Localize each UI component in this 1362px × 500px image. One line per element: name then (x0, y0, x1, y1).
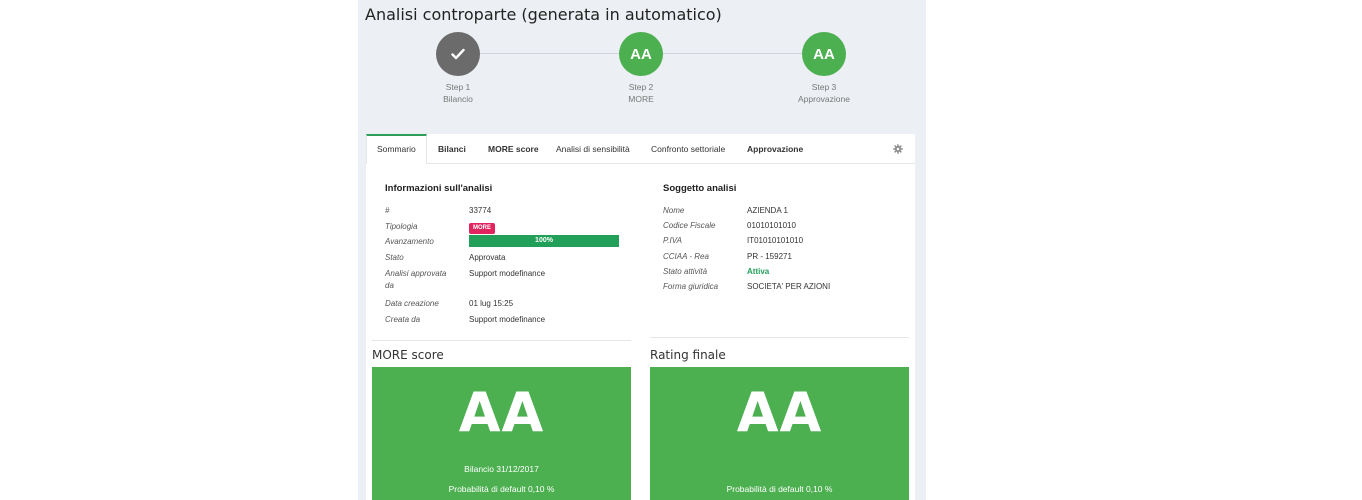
step-3-circle: AA (802, 32, 846, 76)
subject-nome-value: AZIENDA 1 (747, 206, 788, 215)
subject-divider (650, 337, 909, 338)
gear-icon[interactable] (893, 144, 903, 154)
info-row-approvata: Analisi approvata da Support modefinance (385, 268, 645, 292)
info-divider (372, 340, 631, 341)
progress-fill: 100% (469, 235, 619, 247)
step-2-circle: AA (619, 32, 663, 76)
info-stato-label: Stato (385, 253, 404, 262)
analysis-card: Sommario Bilanci MORE score Analisi di s… (366, 134, 915, 500)
tab-bilanci[interactable]: Bilanci (428, 134, 476, 163)
info-approvata-label: Analisi approvata da (385, 268, 455, 292)
progress-bar: 100% (469, 235, 619, 247)
step-1[interactable]: Step 1 Bilancio (408, 32, 508, 105)
step-2-number: Step 2 (628, 82, 654, 92)
subject-stato-value: Attiva (747, 267, 770, 276)
tab-analisi-sensibilita[interactable]: Analisi di sensibilità (546, 134, 640, 163)
subject-stato-label: Stato attività (663, 267, 708, 276)
tab-bar: Sommario Bilanci MORE score Analisi di s… (366, 134, 915, 164)
more-score-bilancio: Bilancio 31/12/2017 (464, 464, 539, 474)
subject-nome-label: Nome (663, 206, 685, 215)
info-data-value: 01 lug 15:25 (469, 299, 514, 308)
tab-sommario[interactable]: Sommario (366, 134, 427, 164)
step-2[interactable]: AA Step 2 MORE (591, 32, 691, 105)
step-3-number: Step 3 (811, 82, 837, 92)
more-score-probabilita: Probabilità di default 0,10 % (448, 484, 555, 494)
step-1-name: Bilancio (443, 94, 473, 104)
subject-section-title: Soggetto analisi (663, 183, 737, 194)
rating-finale-title: Rating finale (650, 348, 726, 362)
subject-cciaa-label: CCIAA - Rea (663, 252, 709, 261)
tab-approvazione[interactable]: Approvazione (737, 134, 813, 163)
info-tipologia-value: MORE (469, 221, 495, 234)
subject-piva-label: P.IVA (663, 236, 682, 245)
info-id-value: 33774 (469, 206, 492, 215)
subject-cciaa-value: PR - 159271 (747, 252, 792, 261)
info-approvata-value: Support modefinance (469, 269, 546, 278)
info-creata-value: Support modefinance (469, 315, 546, 324)
info-id-label: # (385, 206, 390, 215)
more-badge: MORE (469, 223, 495, 234)
subject-cf-label: Codice Fiscale (663, 221, 716, 230)
info-data-label: Data creazione (385, 299, 439, 308)
more-score-box: AA Bilancio 31/12/2017 Probabilità di de… (372, 367, 631, 500)
subject-forma-value: SOCIETA' PER AZIONI (747, 282, 831, 291)
tab-more-score[interactable]: MORE score (478, 134, 549, 163)
step-1-circle (436, 32, 480, 76)
rating-finale-probabilita: Probabilità di default 0,10 % (726, 484, 833, 494)
tab-confronto-settoriale[interactable]: Confronto settoriale (641, 134, 735, 163)
step-1-number: Step 1 (445, 82, 471, 92)
rating-finale-rating: AA (736, 381, 823, 444)
step-2-name: MORE (628, 94, 654, 104)
info-approvata-label-line1: Analisi approvata (385, 269, 447, 278)
analysis-panel: Analisi controparte (generata in automat… (358, 0, 926, 500)
step-3[interactable]: AA Step 3 Approvazione (774, 32, 874, 105)
subject-forma-label: Forma giuridica (663, 282, 719, 291)
stepper: Step 1 Bilancio AA Step 2 MORE AA Step 3… (358, 0, 926, 120)
info-approvata-label-line2: da (385, 281, 394, 290)
info-creata-label: Creata da (385, 315, 421, 324)
info-stato-value: Approvata (469, 253, 506, 262)
more-score-rating: AA (458, 381, 545, 444)
subject-cf-value: 01010101010 (747, 221, 796, 230)
rating-finale-box: AA Probabilità di default 0,10 % (650, 367, 909, 500)
subject-piva-value: IT01010101010 (747, 236, 804, 245)
info-avanzamento-label: Avanzamento (385, 237, 434, 246)
info-section-title: Informazioni sull'analisi (385, 183, 493, 194)
info-tipologia-label: Tipologia (385, 222, 418, 231)
more-score-title: MORE score (372, 348, 444, 362)
step-3-name: Approvazione (798, 94, 850, 104)
check-icon (451, 48, 465, 60)
